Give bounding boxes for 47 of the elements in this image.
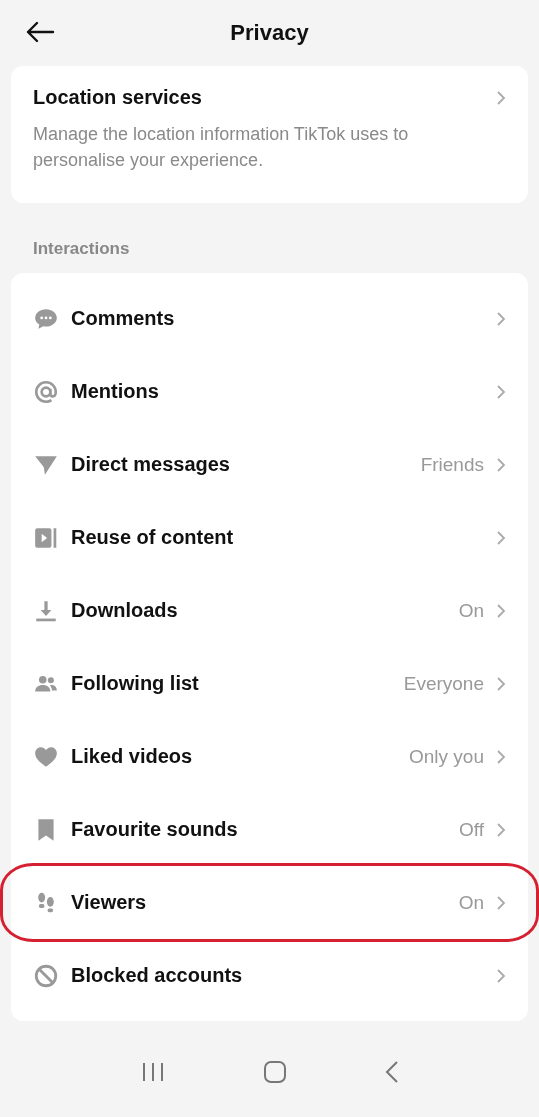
chevron-icon bbox=[496, 675, 506, 692]
at-sign-icon bbox=[33, 378, 59, 405]
location-services-row[interactable]: Location services Manage the location information TikTok uses to personalise your experience. bbox=[11, 66, 528, 203]
settings-row[interactable]: Direct messages Friends bbox=[11, 428, 528, 501]
row-value: On bbox=[458, 599, 484, 622]
row-label: Mentions bbox=[71, 380, 160, 403]
settings-row[interactable]: Reuse of content bbox=[11, 501, 528, 574]
row-label: Viewers bbox=[71, 891, 148, 914]
chevron-icon bbox=[496, 456, 506, 473]
settings-row[interactable]: Following list Everyone bbox=[11, 647, 528, 720]
settings-row[interactable]: Liked videos Only you bbox=[11, 720, 528, 793]
row-description: Manage the location information TikTok uses to personalise your experience. bbox=[33, 123, 410, 172]
row-label: Reuse of content bbox=[71, 526, 235, 549]
settings-row[interactable]: Mentions bbox=[11, 355, 528, 428]
row-label: Liked videos bbox=[71, 745, 194, 768]
block-icon bbox=[33, 962, 59, 989]
row-value: Friends bbox=[420, 453, 484, 476]
page-title: Privacy bbox=[230, 20, 309, 46]
row-label: Downloads bbox=[71, 599, 179, 622]
chevron-icon bbox=[496, 529, 506, 546]
chevron-icon bbox=[496, 89, 506, 106]
chevron-icon bbox=[496, 967, 506, 984]
chevron-icon bbox=[496, 383, 506, 400]
chevron-icon bbox=[496, 602, 506, 619]
row-value: Only you bbox=[409, 745, 484, 768]
row-label: Comments bbox=[71, 307, 176, 330]
settings-row[interactable]: Downloads On bbox=[11, 574, 528, 647]
row-label: Favourite sounds bbox=[71, 818, 239, 841]
row-label: Blocked accounts bbox=[71, 964, 244, 987]
settings-row[interactable]: Blocked accounts bbox=[11, 939, 528, 1012]
section-heading: Interactions bbox=[32, 238, 131, 260]
settings-row[interactable]: Favourite sounds Off bbox=[11, 793, 528, 866]
row-label: Direct messages bbox=[71, 453, 231, 476]
back-icon[interactable] bbox=[383, 1060, 400, 1084]
chevron-icon bbox=[496, 310, 506, 327]
row-label: Following list bbox=[71, 672, 200, 695]
row-value: On bbox=[458, 891, 484, 914]
chevron-icon bbox=[496, 894, 506, 911]
row-value: Everyone bbox=[403, 672, 484, 695]
settings-row[interactable]: Comments bbox=[11, 282, 528, 355]
row-value: Off bbox=[459, 818, 484, 841]
home-icon[interactable] bbox=[262, 1060, 287, 1084]
chevron-icon bbox=[496, 821, 506, 838]
chevron-icon bbox=[496, 748, 506, 765]
back-arrow-icon[interactable] bbox=[25, 21, 55, 43]
row-label: Location services bbox=[33, 86, 203, 109]
settings-row[interactable]: Viewers On bbox=[3, 866, 536, 939]
